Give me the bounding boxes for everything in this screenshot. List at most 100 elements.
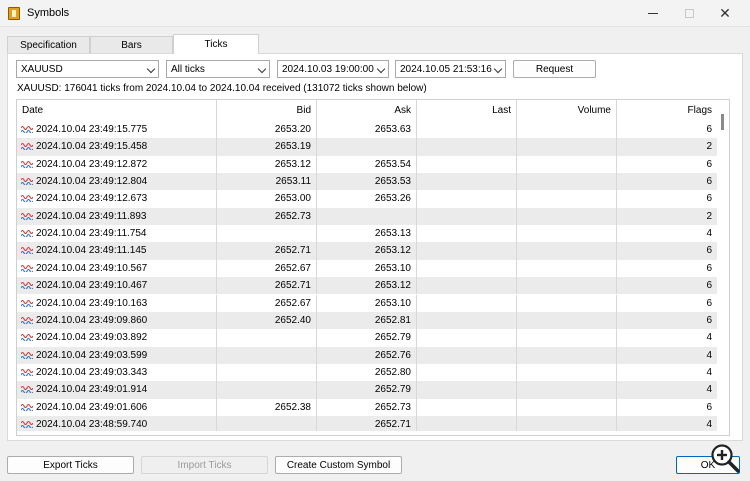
cell-flags: 6 xyxy=(706,158,712,170)
date-value: 2024.10.04 23:49:10.467 xyxy=(36,280,148,292)
cell-bid: 2653.19 xyxy=(217,138,317,156)
cell-flags: 2 xyxy=(706,210,712,222)
cell-volume xyxy=(517,207,617,226)
cell-date: 2024.10.04 23:49:10.163 xyxy=(17,294,217,312)
cell-last xyxy=(417,259,517,278)
date-value: 2024.10.04 23:49:10.567 xyxy=(36,262,148,274)
cell-bid xyxy=(217,329,317,347)
table-row[interactable]: 2024.10.04 23:49:15.775 2653.20 2653.63 6 xyxy=(17,121,717,139)
ticks-table: Date Bid Ask Last Volume Flags 2024.10.0… xyxy=(16,99,730,436)
cell-date: 2024.10.04 23:49:11.145 xyxy=(17,242,217,260)
table-row[interactable]: 2024.10.04 23:49:11.145 2652.71 2653.12 6 xyxy=(17,242,717,260)
cell-ask xyxy=(317,207,417,226)
cell-flags: 4 xyxy=(706,384,712,396)
cell-last xyxy=(417,190,517,208)
cell-ask: 2653.53 xyxy=(317,173,417,191)
vertical-scrollbar[interactable] xyxy=(717,100,729,435)
column-header-last[interactable]: Last xyxy=(417,100,517,121)
table-row[interactable]: 2024.10.04 23:49:10.163 2652.67 2653.10 6 xyxy=(17,294,717,312)
tick-type-select[interactable]: All ticks xyxy=(166,60,270,78)
cell-last xyxy=(417,121,517,139)
table-row[interactable]: 2024.10.04 23:49:03.343 2652.80 4 xyxy=(17,363,717,382)
cell-flags: 2 xyxy=(706,141,712,153)
table-row[interactable]: 2024.10.04 23:49:12.804 2653.11 2653.53 6 xyxy=(17,173,717,191)
cell-volume xyxy=(517,225,617,243)
cell-flags: 4 xyxy=(706,228,712,240)
cell-ask: 2653.54 xyxy=(317,155,417,174)
tick-wave-icon xyxy=(21,351,33,359)
symbol-select[interactable]: XAUUSD xyxy=(16,60,159,78)
chevron-down-icon xyxy=(257,64,267,74)
tab-bars[interactable]: Bars xyxy=(90,36,173,53)
date-value: 2024.10.04 23:49:03.343 xyxy=(36,366,148,378)
create-custom-symbol-button[interactable]: Create Custom Symbol xyxy=(275,456,402,474)
cell-flags: 6 xyxy=(706,245,712,257)
table-row[interactable]: 2024.10.04 23:49:09.860 2652.40 2652.81 6 xyxy=(17,311,717,330)
cell-last xyxy=(417,138,517,156)
cell-ask: 2652.73 xyxy=(317,398,417,416)
table-row[interactable]: 2024.10.04 23:49:03.892 2652.79 4 xyxy=(17,329,717,347)
table-row[interactable]: 2024.10.04 23:49:11.893 2652.73 2 xyxy=(17,207,717,226)
table-row[interactable]: 2024.10.04 23:49:01.606 2652.38 2652.73 6 xyxy=(17,398,717,416)
table-row[interactable]: 2024.10.04 23:49:01.914 2652.79 4 xyxy=(17,381,717,399)
cell-date: 2024.10.04 23:49:12.804 xyxy=(17,173,217,191)
column-header-date[interactable]: Date xyxy=(17,100,217,121)
close-button[interactable]: ✕ xyxy=(708,0,742,27)
request-button[interactable]: Request xyxy=(513,60,596,78)
export-ticks-button[interactable]: Export Ticks xyxy=(7,456,134,474)
table-row[interactable]: 2024.10.04 23:49:12.673 2653.00 2653.26 6 xyxy=(17,190,717,208)
cell-volume xyxy=(517,398,617,416)
date-value: 2024.10.04 23:48:59.740 xyxy=(36,418,148,430)
cell-date: 2024.10.04 23:49:10.467 xyxy=(17,277,217,295)
date-value: 2024.10.04 23:49:15.775 xyxy=(36,124,148,135)
cell-ask: 2653.13 xyxy=(317,225,417,243)
cell-ask: 2653.10 xyxy=(317,294,417,312)
column-header-ask[interactable]: Ask xyxy=(317,100,417,121)
cell-bid: 2652.38 xyxy=(217,398,317,416)
cell-date: 2024.10.04 23:49:01.914 xyxy=(17,381,217,399)
chevron-down-icon xyxy=(376,64,386,74)
cell-last xyxy=(417,398,517,416)
cell-ask: 2653.10 xyxy=(317,259,417,278)
cell-bid xyxy=(217,225,317,243)
cell-date: 2024.10.04 23:49:11.754 xyxy=(17,225,217,243)
tick-wave-icon xyxy=(21,195,33,203)
column-header-bid[interactable]: Bid xyxy=(217,100,317,121)
chevron-down-icon xyxy=(146,64,156,74)
tick-wave-icon xyxy=(21,316,33,324)
scrollbar-thumb[interactable] xyxy=(721,114,724,130)
cell-flags: 4 xyxy=(706,366,712,378)
zoom-in-icon[interactable] xyxy=(709,442,741,474)
date-value: 2024.10.04 23:49:12.673 xyxy=(36,193,148,205)
cell-flags: 4 xyxy=(706,332,712,344)
maximize-icon xyxy=(684,9,694,18)
horizontal-scrollbar[interactable] xyxy=(17,431,717,435)
cell-bid: 2653.11 xyxy=(217,173,317,191)
date-to-picker[interactable]: 2024.10.05 21:53:16 xyxy=(395,60,506,78)
cell-flags: 6 xyxy=(706,262,712,274)
table-row[interactable]: 2024.10.04 23:49:11.754 2653.13 4 xyxy=(17,225,717,243)
cell-volume xyxy=(517,190,617,208)
tick-wave-icon xyxy=(21,125,33,133)
tab-specification[interactable]: Specification xyxy=(7,36,90,53)
cell-last xyxy=(417,242,517,260)
tick-wave-icon xyxy=(21,282,33,290)
date-value: 2024.10.04 23:49:12.872 xyxy=(36,158,148,170)
cell-bid: 2653.00 xyxy=(217,190,317,208)
window-title: Symbols xyxy=(27,7,70,19)
date-from-picker[interactable]: 2024.10.03 19:00:00 xyxy=(277,60,389,78)
column-header-flags[interactable]: Flags xyxy=(617,100,717,121)
table-row[interactable]: 2024.10.04 23:49:10.567 2652.67 2653.10 6 xyxy=(17,259,717,278)
cell-bid: 2652.67 xyxy=(217,259,317,278)
cell-bid xyxy=(217,346,317,364)
table-row[interactable]: 2024.10.04 23:49:03.599 2652.76 4 xyxy=(17,346,717,364)
table-row[interactable]: 2024.10.04 23:49:10.467 2652.71 2653.12 6 xyxy=(17,277,717,295)
minimize-button[interactable] xyxy=(636,0,670,27)
column-header-volume[interactable]: Volume xyxy=(517,100,617,121)
tab-ticks[interactable]: Ticks xyxy=(173,34,259,54)
cell-bid: 2652.71 xyxy=(217,277,317,295)
table-row[interactable]: 2024.10.04 23:49:15.458 2653.19 2 xyxy=(17,138,717,156)
tick-wave-icon xyxy=(21,334,33,342)
table-row[interactable]: 2024.10.04 23:49:12.872 2653.12 2653.54 6 xyxy=(17,155,717,174)
cell-flags: 6 xyxy=(706,314,712,326)
